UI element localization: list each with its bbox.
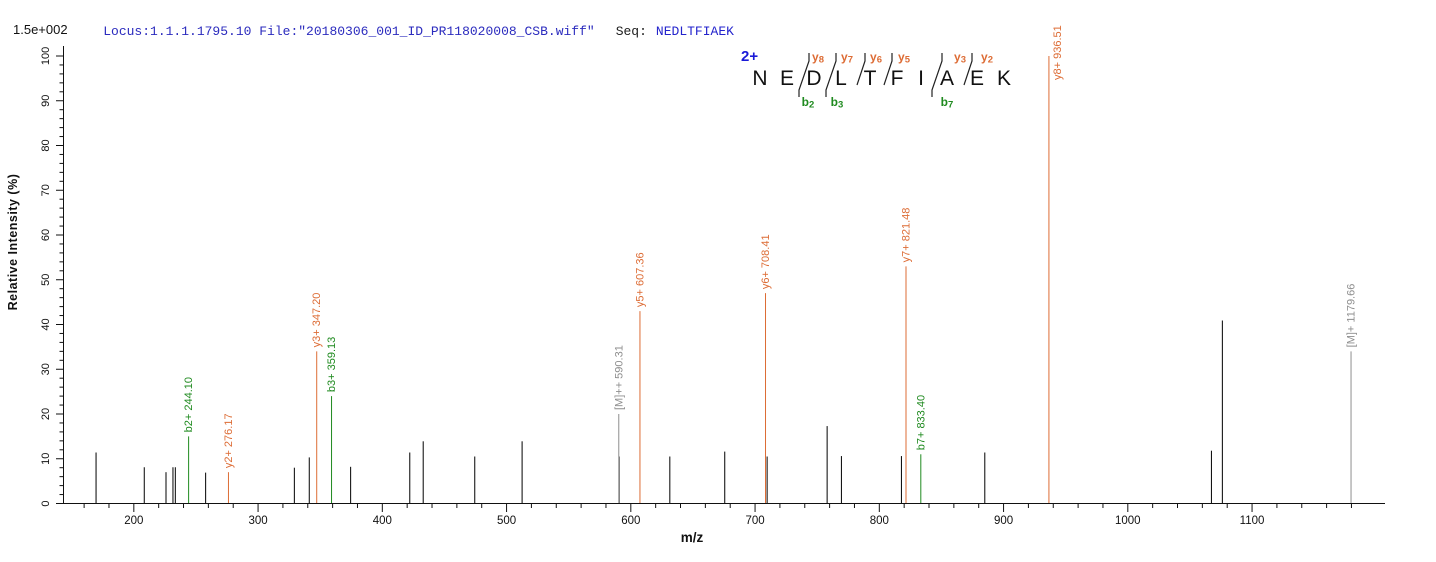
ion-label: y2: [981, 50, 993, 66]
peak-label: [M]++ 590.31: [613, 345, 625, 410]
residue-letter: T: [864, 67, 877, 90]
ion-label: b7: [941, 95, 954, 111]
x-tick-label: 200: [124, 515, 143, 527]
peak-label-text: b3+ 359.13: [326, 337, 338, 392]
x-axis-title: m/z: [681, 530, 704, 545]
y-axis-title-text: Relative Intensity (%): [6, 174, 20, 311]
peak-label: y7+ 821.48: [900, 208, 912, 263]
peak-label-text: b7+ 833.40: [915, 395, 927, 450]
peaks-group: [95, 320, 1223, 503]
seq-label: Seq:: [615, 24, 647, 39]
peak-label: y2+ 276.17: [223, 413, 235, 468]
seq-value: NEDLTFIAEK: [655, 24, 734, 39]
peak-label-text: y7+ 821.48: [900, 208, 912, 263]
ion-label: y3: [954, 50, 966, 66]
y-tick-label: 40: [40, 318, 52, 330]
peak-label-text: y6+ 708.41: [760, 234, 772, 289]
x-tick-label: 400: [373, 515, 392, 527]
residue-letter: F: [891, 67, 904, 90]
sequence-annotation: 2+N E D L T F I A E Ky8 y7 y6 y5 y3 y2b2 b3 b7: [741, 48, 1011, 111]
y-tick-label-text: 10: [40, 453, 52, 465]
y-tick-label-text: 40: [40, 318, 52, 330]
peak-label: y6+ 708.41: [760, 234, 772, 289]
peak-label-text: y5+ 607.36: [634, 252, 646, 307]
residue-letter: E: [780, 67, 794, 90]
peak-label-text: y2+ 276.17: [223, 413, 235, 468]
y-tick-label-text: 70: [40, 184, 52, 196]
y-tick-label: 90: [40, 95, 52, 107]
annotated-peaks-group: b2+ 244.10 y2+ 276.17 y3+ 347.20b3+ 359.13…: [183, 25, 1358, 503]
peak-label-text: b2+ 244.10: [183, 377, 195, 432]
y-tick-label: 70: [40, 184, 52, 196]
residue-letter: K: [997, 67, 1011, 90]
residue-letter: A: [940, 67, 954, 90]
x-tick-label: 800: [870, 515, 889, 527]
intensity-scale-label: 1.5e+002: [13, 22, 68, 37]
peak-label: b2+ 244.10: [183, 377, 195, 432]
x-tick-label: 1000: [1115, 515, 1141, 527]
y-tick-label-text: 60: [40, 229, 52, 241]
residue-letter: N: [752, 67, 767, 90]
ion-label: y8: [812, 50, 824, 66]
locus-file-text: Locus:1.1.1.1795.10 File:"20180306_001_I…: [103, 24, 595, 39]
peak-label: y3+ 347.20: [311, 293, 323, 348]
ion-label: y6: [870, 50, 882, 66]
y-axis-ticks: 0 10 20 30 40 50 60 70 80 90 100: [40, 47, 63, 507]
y-tick-label: 50: [40, 274, 52, 286]
residue-letter: I: [918, 67, 924, 90]
y-tick-label-text: 90: [40, 95, 52, 107]
y-tick-label: 0: [40, 500, 52, 506]
y-tick-label-text: 80: [40, 139, 52, 151]
ms2-spectrum-chart[interactable]: 0 10 20 30 40 50 60 70 80 90 100 200 300 400 500 600 700…: [0, 0, 1436, 562]
y-tick-label: 10: [40, 453, 52, 465]
peak-label: b3+ 359.13: [326, 337, 338, 392]
axes: [63, 46, 1385, 504]
x-tick-label: 600: [621, 515, 640, 527]
x-tick-label: 500: [497, 515, 516, 527]
precursor-charge-label: 2+: [741, 48, 758, 65]
y-tick-label: 20: [40, 408, 52, 420]
x-tick-label: 900: [994, 515, 1013, 527]
ion-label: y7: [841, 50, 853, 66]
peak-label: [M]+ 1179.66: [1346, 284, 1358, 348]
ion-label: b3: [831, 95, 844, 111]
y-tick-label-text: 50: [40, 274, 52, 286]
residue-letter: D: [806, 67, 821, 90]
y-axis-title: Relative Intensity (%): [6, 174, 20, 311]
y-tick-label-text: 30: [40, 363, 52, 375]
peak-label: y5+ 607.36: [634, 252, 646, 307]
x-axis-ticks: 200 300 400 500 600 700 800 900 1000 1100: [83, 503, 1352, 527]
y-tick-label: 30: [40, 363, 52, 375]
peak-label-text: [M]++ 590.31: [613, 345, 625, 410]
residue-letter: E: [970, 67, 984, 90]
x-tick-label: 700: [745, 515, 764, 527]
x-tick-label: 1100: [1240, 515, 1265, 527]
peak-label-text: y8+ 936.51: [1052, 25, 1064, 80]
y-tick-label: 100: [40, 47, 52, 65]
ion-label: y5: [898, 50, 911, 66]
y-tick-label: 60: [40, 229, 52, 241]
peak-label: b7+ 833.40: [915, 395, 927, 450]
residue-letter: L: [835, 67, 847, 90]
peak-label-text: y3+ 347.20: [311, 293, 323, 348]
y-tick-label-text: 20: [40, 408, 52, 420]
header: Locus:1.1.1.1795.10 File:"20180306_001_I…: [72, 9, 734, 54]
ion-label: b2: [802, 95, 815, 111]
peak-label: y8+ 936.51: [1052, 25, 1064, 80]
y-tick-label-text: 0: [40, 500, 52, 506]
ms2-spectrum-viewer: Locus:1.1.1.1795.10 File:"20180306_001_I…: [0, 0, 1436, 562]
y-tick-label-text: 100: [40, 47, 52, 65]
y-tick-label: 80: [40, 139, 52, 151]
peak-label-text: [M]+ 1179.66: [1346, 284, 1358, 348]
x-tick-label: 300: [248, 515, 267, 527]
